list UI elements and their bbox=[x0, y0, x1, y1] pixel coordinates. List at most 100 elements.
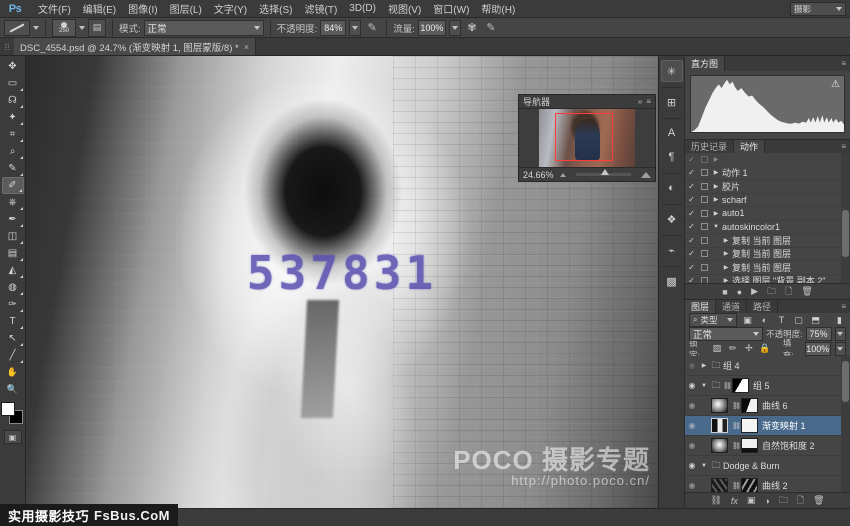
filter-shape-icon[interactable]: ▢ bbox=[792, 313, 805, 327]
navigator-panel[interactable]: 导航器 » ≡ 24.66% bbox=[518, 94, 656, 182]
layer-mask-thumbnail[interactable] bbox=[741, 418, 758, 433]
action-row[interactable]: ✓ ▶ bbox=[685, 153, 850, 167]
filter-enable-toggle[interactable]: ▮ bbox=[833, 313, 846, 327]
chevron-right-icon[interactable]: ▶ bbox=[720, 237, 732, 244]
action-toggle-icon[interactable]: ✓ bbox=[685, 236, 698, 245]
action-dialog-toggle[interactable] bbox=[698, 156, 710, 163]
navigator-view-box[interactable] bbox=[555, 113, 613, 161]
action-dialog-toggle[interactable] bbox=[698, 277, 710, 283]
blend-mode-select[interactable]: 正常 bbox=[144, 20, 264, 36]
layer-thumbnail[interactable] bbox=[711, 478, 728, 492]
layer-mask-thumbnail[interactable] bbox=[732, 378, 749, 393]
eye-icon[interactable]: ◉ bbox=[685, 401, 699, 410]
layers-scrollbar[interactable] bbox=[841, 356, 850, 492]
histogram-cache-warning-icon[interactable]: ⚠ bbox=[831, 79, 840, 90]
layers-list[interactable]: ◉ ▶ 🗀 组 4 ◉ ▼ 🗀 ⛓ 组 5 bbox=[685, 356, 850, 492]
action-row[interactable]: ✓ ▶ auto1 bbox=[685, 207, 850, 221]
chevron-right-icon[interactable]: ▶ bbox=[710, 210, 722, 217]
layer-row[interactable]: ◉ ⛓ 自然饱和度 2 bbox=[685, 436, 850, 456]
lasso-tool[interactable]: ☊ bbox=[2, 92, 24, 109]
menu-edit[interactable]: 编辑(E) bbox=[77, 0, 122, 18]
new-adjustment-layer-button[interactable]: ◑ bbox=[764, 496, 769, 506]
eye-icon[interactable]: ◉ bbox=[685, 421, 699, 430]
menu-help[interactable]: 帮助(H) bbox=[475, 0, 521, 18]
action-row[interactable]: ✓ ▶ 复制 当前 图层 bbox=[685, 248, 850, 262]
chevron-right-icon[interactable]: ▶ bbox=[720, 250, 732, 257]
action-dialog-toggle[interactable] bbox=[698, 237, 710, 244]
play-action-button[interactable]: ▶ bbox=[751, 286, 758, 297]
hand-tool[interactable]: ✋ bbox=[2, 364, 24, 381]
document-tab[interactable]: DSC_4554.psd @ 24.7% (渐变映射 1, 图层蒙版/8) * … bbox=[14, 38, 256, 55]
chevron-right-icon[interactable]: ▶ bbox=[720, 264, 732, 271]
delete-layer-button[interactable]: 🗑 bbox=[813, 495, 824, 506]
layer-fill-input[interactable]: 100% bbox=[805, 342, 831, 356]
tab-histogram[interactable]: 直方图 bbox=[685, 56, 725, 71]
navigator-preview[interactable] bbox=[519, 109, 655, 167]
layer-opacity-stepper[interactable] bbox=[835, 327, 846, 341]
brush-preset-picker[interactable] bbox=[4, 20, 30, 36]
brush-preset-chevron-icon[interactable] bbox=[33, 26, 39, 30]
flow-input[interactable]: 100% bbox=[418, 20, 446, 36]
crop-tool[interactable]: ⌗ bbox=[2, 126, 24, 143]
scrollbar-thumb[interactable] bbox=[842, 361, 849, 402]
action-toggle-icon[interactable]: ✓ bbox=[685, 249, 698, 258]
brush-presets-dock-icon[interactable]: ⌁ bbox=[661, 239, 683, 261]
action-dialog-toggle[interactable] bbox=[698, 183, 710, 190]
quick-mask-button[interactable]: ▣ bbox=[4, 430, 22, 444]
stop-action-button[interactable]: ■ bbox=[722, 287, 727, 297]
character-dock-icon[interactable]: A bbox=[661, 122, 683, 144]
new-group-button[interactable]: 🗀 bbox=[779, 493, 788, 509]
actions-list[interactable]: ✓ ▶ ✓ ▶ 动作 1 ✓ bbox=[685, 153, 850, 283]
layer-row-group[interactable]: ◉ ▼ 🗀 Dodge & Burn bbox=[685, 456, 850, 476]
actions-scrollbar[interactable] bbox=[841, 153, 850, 283]
layer-row[interactable]: ◉ ⛓ 曲线 2 bbox=[685, 476, 850, 492]
mask-link-icon[interactable]: ⛓ bbox=[732, 422, 741, 430]
workspace-selector[interactable]: 摄影 bbox=[790, 2, 846, 16]
action-dialog-toggle[interactable] bbox=[698, 210, 710, 217]
menu-image[interactable]: 图像(I) bbox=[122, 0, 163, 18]
action-dialog-toggle[interactable] bbox=[698, 169, 710, 176]
panel-menu-icon[interactable]: ≡ bbox=[841, 56, 850, 71]
lock-all-icon[interactable]: 🔒 bbox=[759, 342, 771, 356]
brush-size-chevron-icon[interactable] bbox=[79, 26, 85, 30]
eye-icon[interactable]: ◉ bbox=[685, 461, 699, 470]
marquee-tool[interactable]: ▭ bbox=[2, 75, 24, 92]
layer-row-group[interactable]: ◉ ▼ 🗀 ⛓ 组 5 bbox=[685, 376, 850, 396]
zoom-in-icon[interactable] bbox=[641, 172, 651, 178]
opacity-stepper[interactable] bbox=[349, 20, 361, 36]
color-dock-icon[interactable]: ◐ bbox=[661, 177, 683, 199]
layer-thumbnail[interactable] bbox=[711, 418, 728, 433]
chevron-down-icon[interactable]: ▼ bbox=[699, 383, 709, 389]
action-toggle-icon[interactable]: ✓ bbox=[685, 222, 698, 231]
eye-icon[interactable]: ◉ bbox=[685, 441, 699, 450]
flow-pressure-icon[interactable]: ✎ bbox=[483, 20, 499, 36]
action-toggle-icon[interactable]: ✓ bbox=[685, 263, 698, 272]
chevron-down-icon[interactable]: ▼ bbox=[699, 463, 709, 469]
shape-tool[interactable]: ╱ bbox=[2, 347, 24, 364]
add-layer-mask-button[interactable]: ▣ bbox=[747, 495, 756, 506]
flow-stepper[interactable] bbox=[449, 20, 461, 36]
adjustments-dock-icon[interactable]: ⊞ bbox=[661, 91, 683, 113]
airbrush-toggle-icon[interactable]: ✾ bbox=[464, 20, 480, 36]
menu-file[interactable]: 文件(F) bbox=[32, 0, 77, 18]
scrollbar-thumb[interactable] bbox=[842, 210, 849, 257]
opacity-pressure-icon[interactable]: ✎ bbox=[364, 20, 380, 36]
lock-image-icon[interactable]: ✏ bbox=[727, 342, 739, 356]
layer-mask-thumbnail[interactable] bbox=[741, 398, 758, 413]
menu-layer[interactable]: 图层(L) bbox=[164, 0, 208, 18]
eraser-tool[interactable]: ◫ bbox=[2, 228, 24, 245]
panel-menu-icon[interactable]: ≡ bbox=[841, 140, 850, 153]
action-row[interactable]: ✓ ▶ 动作 1 bbox=[685, 167, 850, 181]
layer-row-selected[interactable]: ◉ ⛓ 渐变映射 1 bbox=[685, 416, 850, 436]
canvas-area[interactable]: 537831 POCO 摄影专题 http://photo.poco.cn/ 导… bbox=[26, 56, 658, 508]
type-tool[interactable]: T bbox=[2, 313, 24, 330]
tab-gripper[interactable]: ⁞⁞ bbox=[0, 38, 14, 55]
history-brush-tool[interactable]: ✒ bbox=[2, 211, 24, 228]
chevron-right-icon[interactable]: ▶ bbox=[710, 183, 722, 190]
new-layer-button[interactable]: 🗋 bbox=[797, 493, 804, 509]
new-action-button[interactable]: 🗋 bbox=[785, 284, 792, 300]
layer-thumbnail[interactable] bbox=[711, 438, 728, 453]
tab-channels[interactable]: 通道 bbox=[716, 300, 747, 313]
navigator-zoom-slider[interactable] bbox=[576, 173, 631, 176]
lock-position-icon[interactable]: ✢ bbox=[743, 342, 755, 356]
